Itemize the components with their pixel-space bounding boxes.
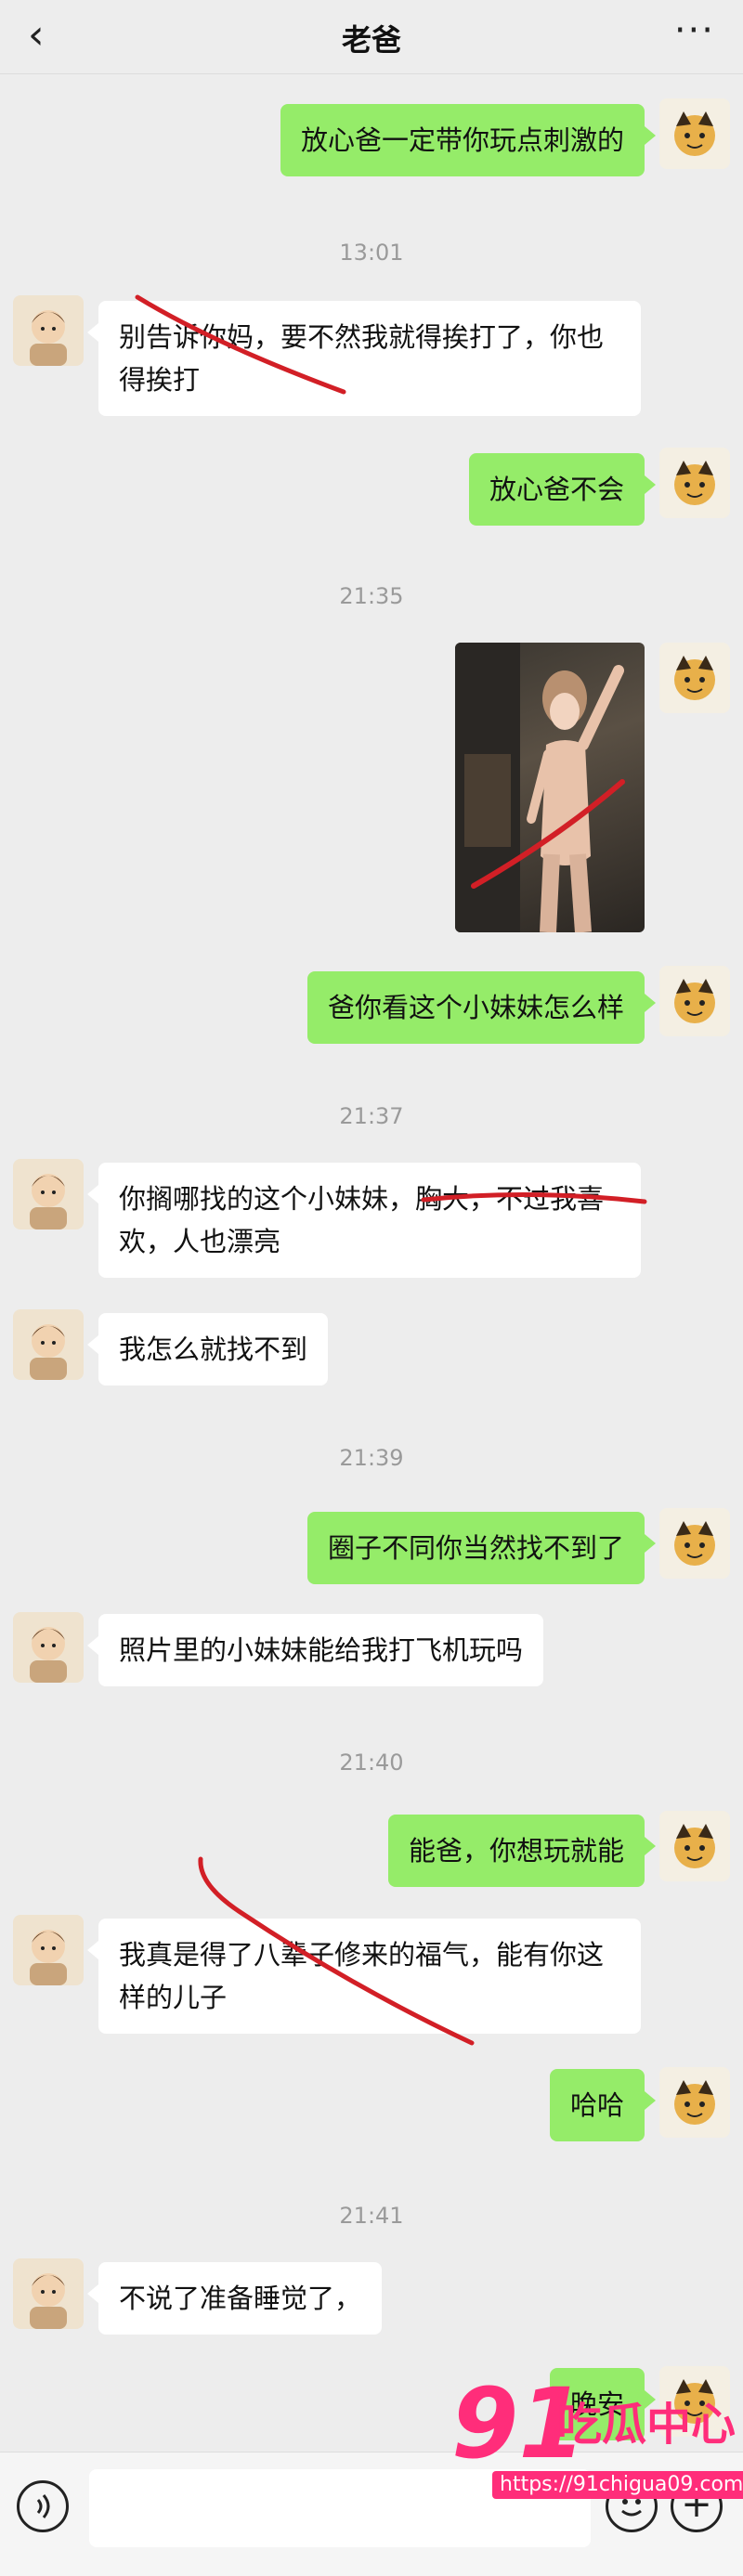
message-bubble[interactable]: 放心爸一定带你玩点刺激的 <box>280 104 657 176</box>
chat-header: ‹ 老爸 ··· <box>0 0 743 74</box>
message-bubble[interactable]: 爸你看这个小妹妹怎么样 <box>306 971 657 1044</box>
message-bubble[interactable]: 你搁哪找的这个小妹妹，胸大，不过我喜欢，人也漂亮 <box>87 1163 641 1278</box>
message-timestamp: 21:40 <box>339 1750 404 1776</box>
avatar[interactable] <box>13 295 84 366</box>
watermark: 91 吃瓜中心 https://91chigua09.com <box>437 2373 743 2512</box>
message-bubble[interactable]: 放心爸不会 <box>468 453 657 526</box>
voice-icon[interactable] <box>17 2480 69 2532</box>
avatar[interactable] <box>13 1612 84 1683</box>
image-message[interactable] <box>455 643 645 932</box>
message-timestamp: 21:35 <box>339 583 404 609</box>
message-bubble[interactable]: 不说了准备睡觉了， <box>86 2262 383 2335</box>
avatar[interactable] <box>13 1915 84 1985</box>
avatar[interactable] <box>659 966 730 1036</box>
avatar[interactable] <box>659 98 730 169</box>
message-bubble[interactable]: 我真是得了八辈子修来的福气，能有你这样的儿子 <box>87 1919 641 2034</box>
watermark-url: https://91chigua09.com <box>492 2471 743 2499</box>
message-bubble[interactable]: 照片里的小妹妹能给我打飞机玩吗 <box>86 1614 544 1686</box>
message-bubble[interactable]: 能爸，你想玩就能 <box>387 1815 657 1887</box>
chat-title: 老爸 <box>341 22 401 58</box>
message-bubble[interactable]: 我怎么就找不到 <box>86 1313 329 1386</box>
avatar[interactable] <box>659 1508 730 1579</box>
message-bubble[interactable]: 别告诉你妈，要不然我就得挨打了，你也得挨打 <box>87 301 641 416</box>
avatar[interactable] <box>659 1811 730 1881</box>
message-timestamp: 21:41 <box>339 2203 404 2229</box>
avatar[interactable] <box>659 448 730 518</box>
message-timestamp: 21:37 <box>339 1103 404 1129</box>
avatar[interactable] <box>13 1159 84 1229</box>
message-bubble[interactable]: 哈哈 <box>549 2069 657 2141</box>
more-horizontal-icon[interactable]: ··· <box>674 9 715 52</box>
message-timestamp: 21:39 <box>339 1445 404 1471</box>
message-timestamp: 13:01 <box>339 240 404 266</box>
avatar[interactable] <box>659 643 730 713</box>
avatar[interactable] <box>13 2258 84 2329</box>
avatar[interactable] <box>13 1309 84 1380</box>
watermark-name: 吃瓜中心 <box>557 2399 736 2451</box>
avatar[interactable] <box>659 2067 730 2138</box>
message-bubble[interactable]: 圈子不同你当然找不到了 <box>306 1512 657 1584</box>
